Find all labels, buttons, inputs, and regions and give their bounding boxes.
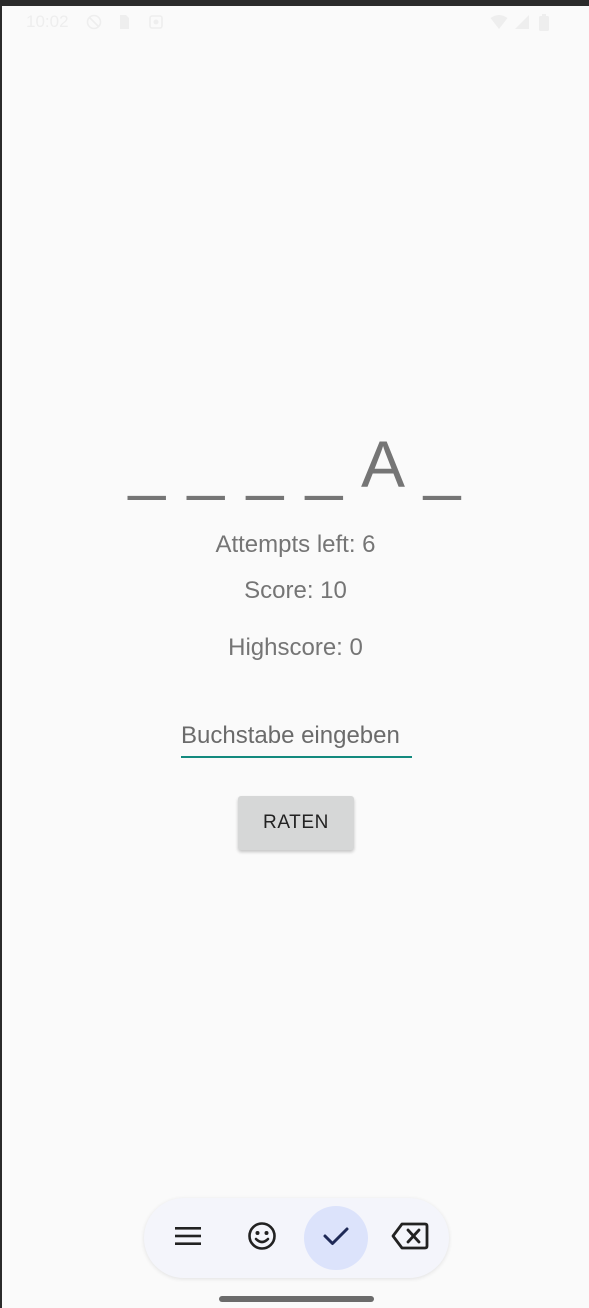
backspace-icon: [391, 1222, 429, 1255]
wifi-icon: [490, 14, 508, 30]
battery-icon: [538, 14, 554, 31]
keyboard-emoji-button[interactable]: [230, 1206, 294, 1270]
keyboard-toolbar: [144, 1198, 449, 1278]
guess-button[interactable]: RATEN: [238, 796, 354, 850]
app-screen: 10:02 _ _ _ _ A _ Attempts left: 6 Score…: [2, 6, 589, 1308]
letter-input[interactable]: [181, 720, 412, 758]
highscore-label: Highscore: 0: [228, 634, 363, 661]
status-bar: 10:02: [2, 6, 589, 40]
emoji-icon: [247, 1221, 277, 1256]
keyboard-menu-button[interactable]: [156, 1206, 220, 1270]
menu-icon: [174, 1225, 202, 1252]
status-time: 10:02: [26, 12, 69, 31]
checkmark-icon: [322, 1225, 350, 1252]
gesture-nav-handle[interactable]: [219, 1296, 374, 1302]
attempts-left-label: Attempts left: 6: [215, 531, 376, 558]
keyboard-done-button[interactable]: [304, 1206, 368, 1270]
signal-icon: [514, 14, 530, 30]
sim-card-icon: [116, 14, 132, 30]
no-disturb-icon: [86, 14, 102, 30]
score-label: Score: 10: [244, 577, 347, 604]
keyboard-backspace-button[interactable]: [378, 1206, 442, 1270]
notification-icon: [148, 14, 164, 30]
word-display: _ _ _ _ A _: [128, 427, 463, 501]
